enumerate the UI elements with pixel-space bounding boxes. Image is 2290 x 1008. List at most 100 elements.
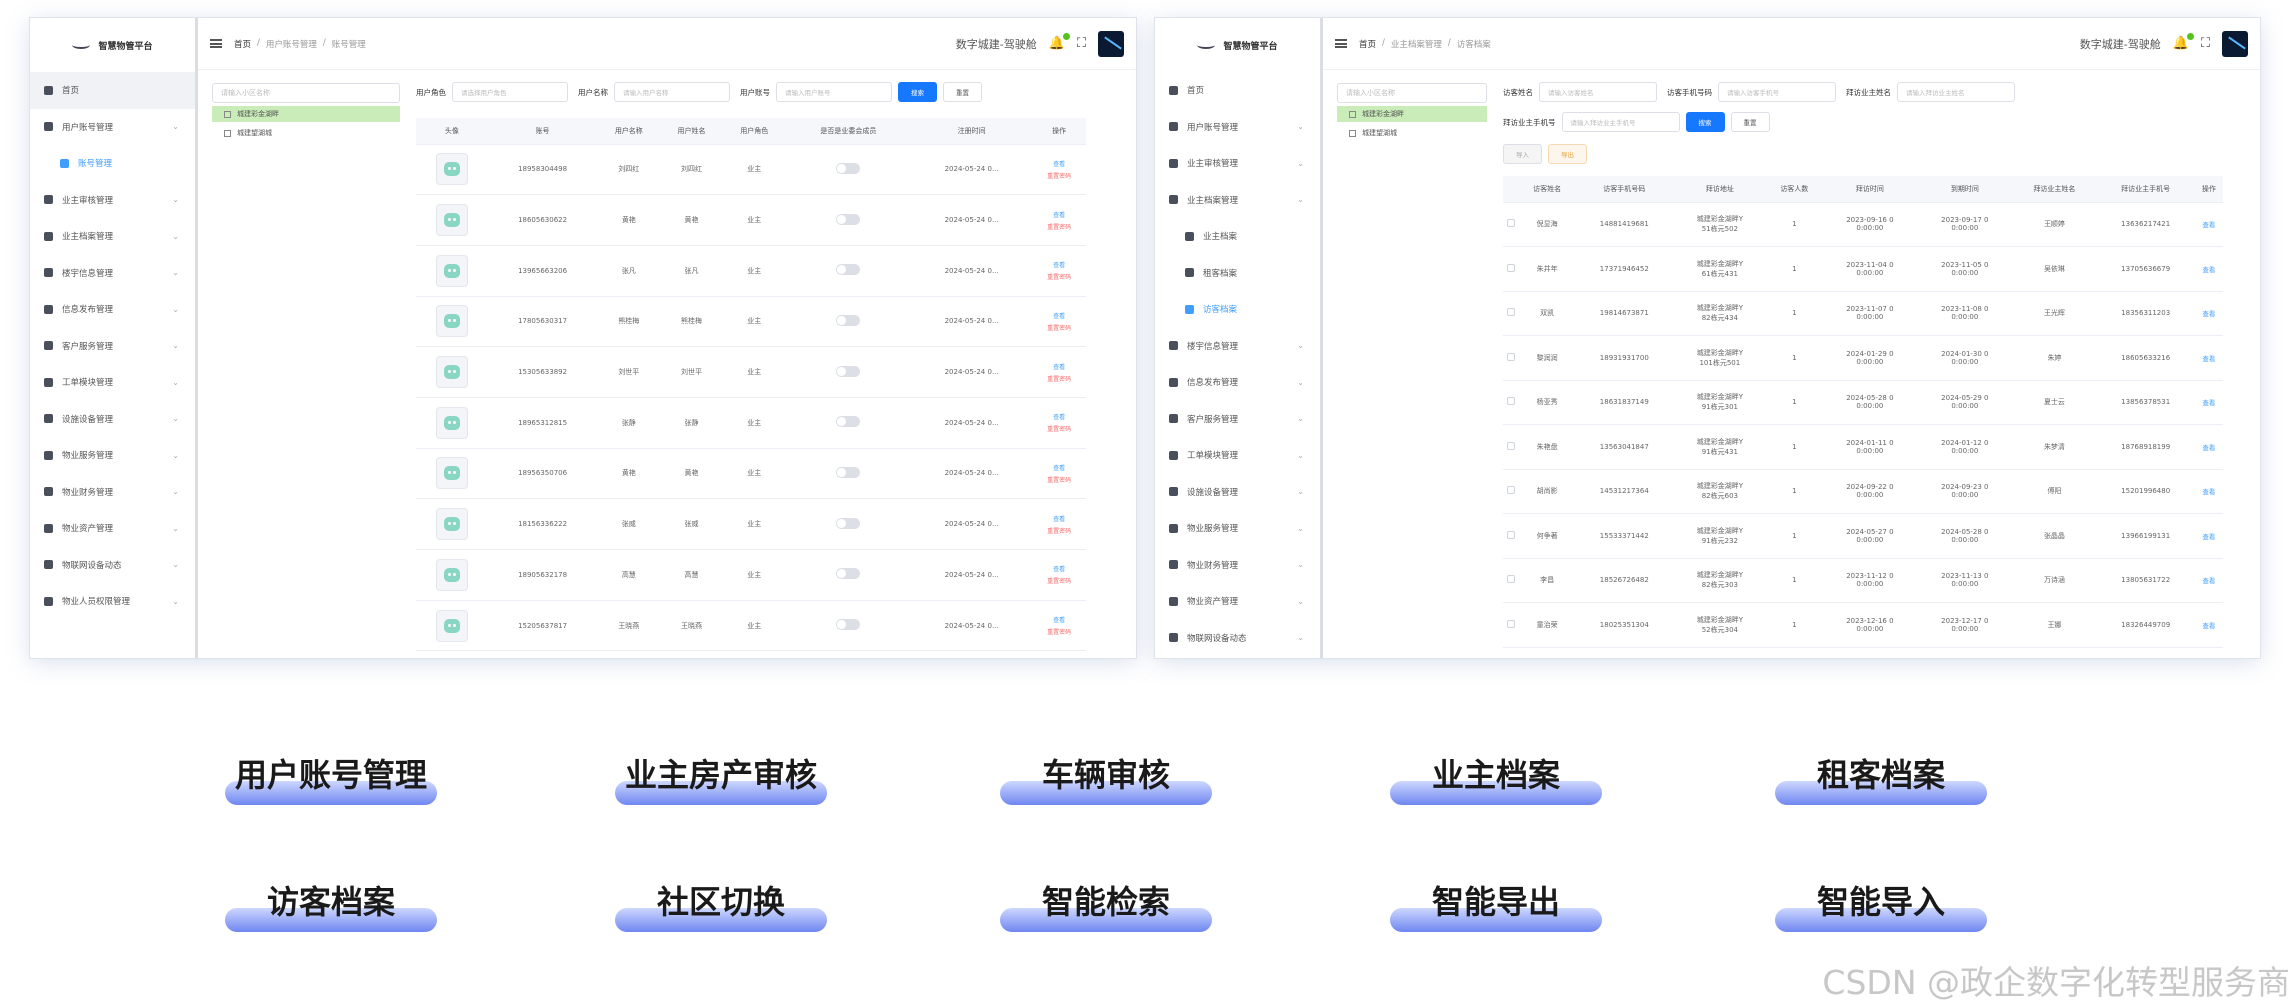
breadcrumb-item[interactable]: 业主档案管理: [1391, 38, 1442, 50]
view-link[interactable]: 查看: [1053, 463, 1065, 472]
row-checkbox[interactable]: [1507, 619, 1516, 628]
committee-toggle[interactable]: [836, 213, 861, 225]
committee-toggle[interactable]: [836, 466, 861, 478]
reset-password-link[interactable]: 重置密码: [1047, 323, 1071, 332]
view-link[interactable]: 查看: [1053, 210, 1065, 219]
menu-fold-icon[interactable]: [1335, 39, 1347, 48]
committee-toggle[interactable]: [836, 162, 861, 174]
reset-password-link[interactable]: 重置密码: [1047, 526, 1071, 535]
sidebar-item[interactable]: 工单模块管理 ⌄: [1155, 437, 1320, 474]
view-link[interactable]: 查看: [1053, 514, 1065, 523]
sidebar-item[interactable]: 业主档案管理 ⌄: [1155, 182, 1320, 219]
menu-fold-icon[interactable]: [210, 39, 222, 48]
breadcrumb-item[interactable]: 访客档案: [1457, 38, 1491, 50]
view-link[interactable]: 查看: [2202, 221, 2215, 229]
sidebar-item[interactable]: 业主档案: [1155, 218, 1320, 255]
committee-toggle[interactable]: [836, 416, 861, 428]
committee-toggle[interactable]: [836, 517, 861, 529]
reset-password-link[interactable]: 重置密码: [1047, 272, 1071, 281]
sidebar-item[interactable]: 首页: [30, 72, 195, 109]
sidebar-item[interactable]: 用户账号管理 ⌄: [1155, 109, 1320, 146]
sidebar-item[interactable]: 信息发布管理 ⌄: [30, 291, 195, 328]
view-link[interactable]: 查看: [2202, 577, 2215, 585]
account-input[interactable]: 请输入用户账号: [776, 82, 892, 102]
view-link[interactable]: 查看: [2202, 355, 2215, 363]
reset-password-link[interactable]: 重置密码: [1047, 576, 1071, 585]
sidebar-item[interactable]: 物业财务管理 ⌄: [30, 474, 195, 511]
row-checkbox[interactable]: [1507, 352, 1516, 361]
bell-icon[interactable]: 🔔: [2173, 33, 2195, 51]
tree-node[interactable]: 城建彩金湖畔: [212, 106, 400, 122]
committee-toggle[interactable]: [836, 365, 861, 377]
sidebar-item[interactable]: 楼宇信息管理 ⌄: [30, 255, 195, 292]
sidebar-item[interactable]: 物业人员权限管理⌄: [1155, 656, 1320, 658]
sidebar-item[interactable]: 物联网设备动态 ⌄: [30, 547, 195, 584]
row-checkbox[interactable]: [1507, 219, 1516, 228]
breadcrumb-item[interactable]: 首页: [234, 38, 251, 50]
reset-password-link[interactable]: 重置密码: [1047, 627, 1071, 636]
sidebar-item[interactable]: 信息发布管理 ⌄: [1155, 364, 1320, 401]
view-link[interactable]: 查看: [2202, 488, 2215, 496]
sidebar-item[interactable]: 租客档案: [1155, 255, 1320, 292]
sidebar-item[interactable]: 访客档案: [1155, 291, 1320, 328]
fullscreen-icon[interactable]: ⛶: [2201, 36, 2210, 51]
reset-password-link[interactable]: 重置密码: [1047, 424, 1071, 433]
committee-toggle[interactable]: [836, 619, 861, 631]
committee-toggle[interactable]: [836, 264, 861, 276]
export-button[interactable]: 导出: [1548, 144, 1587, 164]
sidebar-item[interactable]: 业主审核管理 ⌄: [30, 182, 195, 219]
view-link[interactable]: 查看: [1053, 159, 1065, 168]
owner-name-input[interactable]: 请输入拜访业主姓名: [1897, 82, 2015, 102]
reset-password-link[interactable]: 重置密码: [1047, 222, 1071, 231]
avatar[interactable]: [1098, 30, 1124, 57]
row-checkbox[interactable]: [1507, 441, 1516, 450]
fullscreen-icon[interactable]: ⛶: [1077, 36, 1086, 51]
sidebar-item[interactable]: 物业服务管理 ⌄: [1155, 510, 1320, 547]
view-link[interactable]: 查看: [1053, 412, 1065, 421]
sidebar-item[interactable]: 业主档案管理 ⌄: [30, 218, 195, 255]
breadcrumb-item[interactable]: 账号管理: [332, 38, 366, 50]
view-link[interactable]: 查看: [1053, 564, 1065, 573]
reset-button[interactable]: 重置: [1730, 112, 1770, 132]
sidebar-item[interactable]: 工单模块管理 ⌄: [30, 364, 195, 401]
committee-toggle[interactable]: [836, 568, 861, 580]
row-checkbox[interactable]: [1507, 530, 1516, 539]
sidebar-item[interactable]: 设施设备管理 ⌄: [30, 401, 195, 438]
avatar[interactable]: [2222, 30, 2248, 57]
view-link[interactable]: 查看: [1053, 260, 1065, 269]
sidebar-item[interactable]: 物业资产管理 ⌄: [30, 510, 195, 547]
sidebar-item[interactable]: 物业资产管理 ⌄: [1155, 583, 1320, 620]
sidebar-item[interactable]: 客户服务管理 ⌄: [30, 328, 195, 365]
row-checkbox[interactable]: [1507, 308, 1516, 317]
committee-toggle[interactable]: [836, 314, 861, 326]
view-link[interactable]: 查看: [2202, 399, 2215, 407]
tree-search-input[interactable]: 请输入小区名称: [212, 83, 400, 103]
row-checkbox[interactable]: [1507, 575, 1516, 584]
view-link[interactable]: 查看: [2202, 310, 2215, 318]
tree-node[interactable]: 城建彩金湖畔: [1337, 106, 1487, 122]
reset-password-link[interactable]: 重置密码: [1047, 475, 1071, 484]
sidebar-item[interactable]: 客户服务管理 ⌄: [1155, 401, 1320, 438]
sidebar-item[interactable]: 首页: [1155, 72, 1320, 109]
reset-password-link[interactable]: 重置密码: [1047, 374, 1071, 383]
view-link[interactable]: 查看: [1053, 362, 1065, 371]
view-link[interactable]: 查看: [1053, 615, 1065, 624]
sidebar-item[interactable]: 业主审核管理 ⌄: [1155, 145, 1320, 182]
sidebar-item[interactable]: 设施设备管理 ⌄: [1155, 474, 1320, 511]
visitor-phone-input[interactable]: 请输入访客手机号: [1718, 82, 1836, 102]
view-link[interactable]: 查看: [1053, 311, 1065, 320]
sidebar-item[interactable]: 楼宇信息管理 ⌄: [1155, 328, 1320, 365]
view-link[interactable]: 查看: [2202, 622, 2215, 630]
tree-node[interactable]: 城建望湖城: [1337, 125, 1487, 141]
user-title[interactable]: 数字城建-驾驶舱: [2080, 36, 2161, 52]
sidebar-item[interactable]: 账号管理: [30, 145, 195, 182]
sidebar-item[interactable]: 物业财务管理 ⌄: [1155, 547, 1320, 584]
breadcrumb-item[interactable]: 用户账号管理: [266, 38, 317, 50]
row-checkbox[interactable]: [1507, 263, 1516, 272]
row-checkbox[interactable]: [1507, 486, 1516, 495]
visitor-name-input[interactable]: 请输入访客姓名: [1539, 82, 1657, 102]
role-select[interactable]: 请选择用户角色: [452, 82, 568, 102]
view-link[interactable]: 查看: [2202, 533, 2215, 541]
tree-node[interactable]: 城建望湖城: [212, 125, 400, 141]
sidebar-item[interactable]: 物联网设备动态 ⌄: [1155, 620, 1320, 657]
